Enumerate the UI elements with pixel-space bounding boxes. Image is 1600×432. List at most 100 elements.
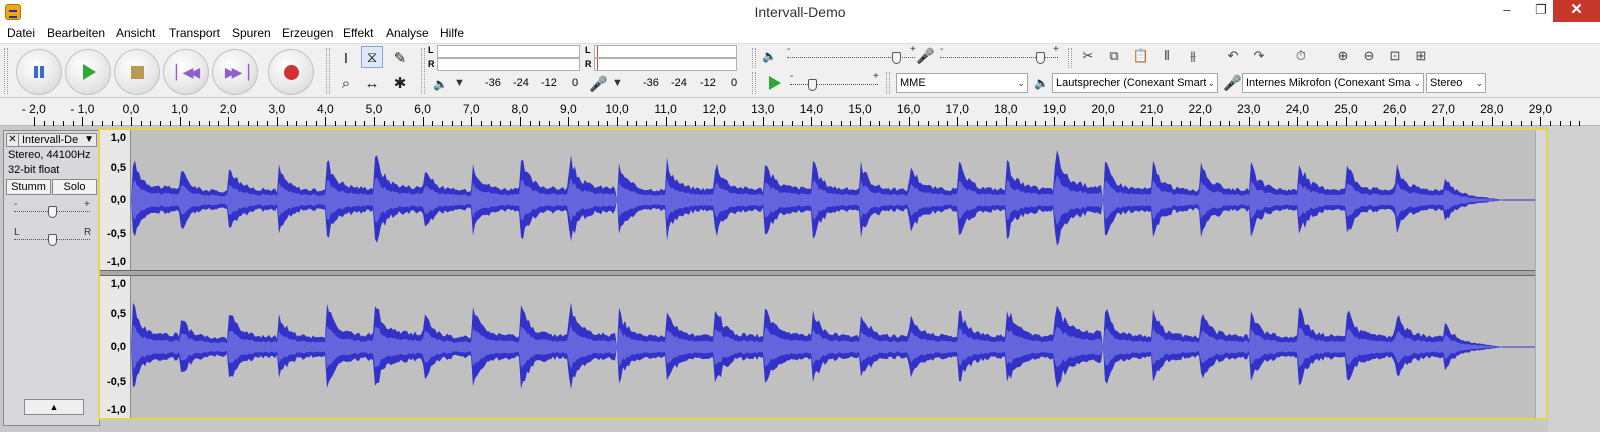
meter-menu-icon[interactable]: ▼ [454,77,465,89]
zoom-out-icon[interactable]: ⊖ [1358,46,1380,68]
recording-volume-thumb[interactable] [1036,52,1046,64]
rec-volume-max-label: + [1053,44,1059,55]
audio-host-select[interactable]: MME ⌄ [896,73,1028,93]
selection-tool-icon[interactable]: Ι [335,48,357,70]
menu-spuren[interactable]: Spuren [232,26,271,40]
silence-audio-icon[interactable]: ⫵ [1182,46,1204,68]
skip-to-end-button[interactable]: ▶▶▕ [212,49,258,95]
zoom-in-icon[interactable]: ⊕ [1332,46,1354,68]
ruler-major-tick [957,117,959,126]
menu-effekt[interactable]: Effekt [343,26,373,40]
playback-meter-left[interactable] [437,45,580,58]
microphone-icon[interactable]: 🎤 [589,75,608,93]
skip-to-start-icon: ▏◀◀ [175,63,200,80]
play-speed-slider[interactable] [790,84,878,85]
menu-bearbeiten[interactable]: Bearbeiten [47,26,105,40]
stop-button[interactable] [114,49,160,95]
title-bar: Intervall-Demo – ❐ ✕ [0,0,1600,24]
collapse-track-button[interactable]: ▲ [24,399,84,415]
ruler-major-tick [471,117,473,126]
ruler-major-tick [1151,117,1153,126]
close-button[interactable]: ✕ [1553,0,1600,22]
pan-slider-thumb[interactable] [48,234,57,246]
toolbar-grip[interactable] [1068,48,1072,68]
fit-selection-icon[interactable]: ⊡ [1384,46,1406,68]
ruler-tick-label: 25,0 [1334,102,1358,116]
track-name[interactable]: Intervall-De [22,134,78,146]
record-scale-label: 0 [731,77,738,89]
undo-icon[interactable]: ↶ [1222,46,1244,68]
menu-ansicht[interactable]: Ansicht [116,26,155,40]
pause-button[interactable] [16,49,62,95]
record-meter-menu-icon[interactable]: ▼ [612,77,623,89]
record-meter-left[interactable] [594,45,737,58]
fit-project-icon[interactable]: ⊞ [1410,46,1432,68]
redo-icon[interactable]: ↷ [1248,46,1270,68]
record-scale-label: -36 [643,77,659,89]
timeline-ruler[interactable]: - 2,0 - 1,0 0,0 1,0 2,0 3,0 4,0 5,0 6,0 7,0 8,0 9,0… [0,98,1600,126]
chevron-down-icon: ⌄ [1017,78,1025,88]
pan-left-label: L [14,227,20,238]
ruler-tick-label: 23,0 [1237,102,1261,116]
minimize-button[interactable]: – [1490,0,1524,22]
chevron-down-icon: ⌄ [1475,78,1483,88]
ruler-tick-label: 12,0 [702,102,726,116]
input-device-select[interactable]: Internes Mikrofon (Conexant Sma ⌄ [1242,73,1424,93]
paste-icon[interactable]: 📋 [1130,46,1152,68]
track-menu-icon[interactable]: ▼ [84,134,94,146]
close-track-icon[interactable]: ✕ [7,134,19,146]
gain-slider-thumb[interactable] [48,206,57,218]
menu-transport[interactable]: Transport [169,26,220,40]
sync-lock-icon[interactable]: ⏱ [1290,46,1312,68]
track-bit-depth: 32-bit float [8,164,60,176]
envelope-tool-icon[interactable]: ⧖ [361,46,383,68]
gain-min-label: - [14,199,18,210]
draw-tool-icon[interactable]: ✎ [389,48,411,70]
play-at-speed-icon[interactable] [769,76,781,90]
toolbar-grip[interactable] [886,72,890,94]
ruler-tick-label: 22,0 [1188,102,1212,116]
cut-icon[interactable]: ✂ [1077,46,1099,68]
input-channels-select[interactable]: Stereo ⌄ [1426,73,1486,93]
menu-datei[interactable]: Datei [7,26,35,40]
play-speed-thumb[interactable] [808,79,817,91]
ruler-tick-label: 16,0 [896,102,921,116]
menu-erzeugen[interactable]: Erzeugen [282,26,333,40]
play-button[interactable] [65,49,111,95]
copy-icon[interactable]: ⧉ [1103,46,1125,68]
volume-min-label: - [787,44,791,55]
toolbar-grip[interactable] [326,48,330,94]
track-title-bar[interactable]: ✕ Intervall-De ▼ [6,133,97,147]
skip-to-start-button[interactable]: ▏◀◀ [163,49,209,95]
ruler-tick-label: 20,0 [1091,102,1115,116]
ruler-tick-label: 27,0 [1431,102,1455,116]
record-scale-label: -24 [671,77,687,89]
toolbar-grip[interactable] [421,48,425,94]
time-shift-tool-icon[interactable]: ↔ [361,73,383,95]
toolbar-grip[interactable] [4,48,8,94]
ruler-major-tick [1297,117,1299,126]
toolbar-grip[interactable] [752,48,756,68]
menu-hilfe[interactable]: Hilfe [440,26,464,40]
speaker-icon[interactable]: 🔈 [433,77,448,91]
playback-volume-thumb[interactable] [891,52,901,64]
ruler-tick-label: 19,0 [1042,102,1067,116]
ruler-major-tick [762,117,764,126]
mute-button[interactable]: Stumm [6,179,51,195]
output-device-select[interactable]: Lautsprecher (Conexant Smart ⌄ [1052,73,1218,93]
record-meter-right[interactable] [594,58,737,71]
playback-volume-icon: 🔈 [762,49,777,63]
ruler-tick-label: 1,0 [171,102,188,116]
solo-button[interactable]: Solo [52,179,97,195]
ruler-tick-label: 14,0 [799,102,824,116]
menu-analyse[interactable]: Analyse [386,26,429,40]
zoom-tool-icon[interactable]: ⌕ [335,73,357,95]
ruler-major-tick [82,117,84,126]
record-button[interactable] [268,49,314,95]
ruler-tick-label: 15,0 [848,102,872,116]
toolbar-grip[interactable] [752,72,756,94]
trim-audio-icon[interactable]: ⫴ [1156,46,1178,68]
speed-min-label: - [790,71,794,82]
playback-meter-right[interactable] [437,58,580,71]
multi-tool-icon[interactable]: ✱ [389,73,411,95]
